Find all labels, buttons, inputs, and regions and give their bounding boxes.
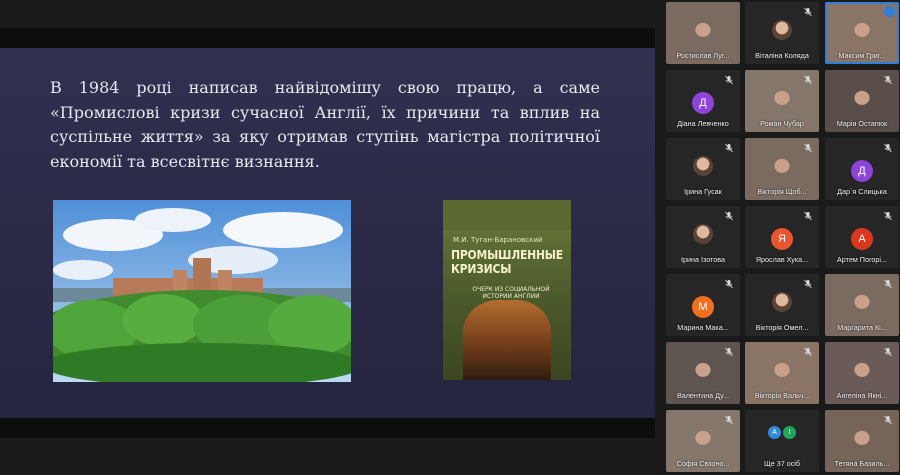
- mic-muted-icon: [884, 279, 892, 289]
- participant-gallery: Ростислав Луг... Віталіна Коляда Максим Гр…: [662, 0, 900, 475]
- book-tower-graphic: [463, 300, 551, 380]
- participant-name: Тетяна Базиль...: [834, 459, 890, 468]
- participant-tile[interactable]: Вікторія Вальч...: [745, 342, 819, 404]
- book-title-line-2: КРИЗИСЫ: [451, 262, 512, 276]
- mic-muted-icon: [884, 75, 892, 85]
- presentation-slide: В 1984 році написав найвідомішу свою пра…: [0, 48, 655, 418]
- participant-tile[interactable]: Тетяна Базиль...: [825, 410, 899, 472]
- participant-name: Вікторія Щоб...: [757, 187, 807, 196]
- participant-name: Ірина Гусак: [684, 187, 722, 196]
- participant-name: Ярослав Хука...: [755, 255, 809, 264]
- participant-name: Ще 37 осіб: [763, 459, 801, 468]
- book-title: ПРОМЫШЛЕННЫЕ КРИЗИСЫ: [451, 248, 563, 276]
- participant-name: Валентина Ду...: [676, 391, 730, 400]
- slide-text: В 1984 році написав найвідомішу свою пра…: [50, 78, 600, 171]
- participant-tile[interactable]: А І Ще 37 осіб: [745, 410, 819, 472]
- participant-initial: А: [768, 426, 781, 439]
- mic-muted-icon: [725, 75, 733, 85]
- university-photo: [53, 200, 351, 382]
- participant-name: Софія Свзоно...: [676, 459, 730, 468]
- participant-tile[interactable]: А Артем Погорі...: [825, 206, 899, 268]
- mic-muted-icon: [884, 415, 892, 425]
- mic-muted-icon: [725, 143, 733, 153]
- participant-name: Ростислав Луг...: [676, 51, 730, 60]
- participant-tile[interactable]: Ростислав Луг...: [666, 2, 740, 64]
- book-subtitle: ОЧЕРК ИЗ СОЦИАЛЬНОЙ ИСТОРИИ АНГЛИИ: [472, 286, 550, 300]
- participant-name: Роман Чубар: [760, 119, 804, 128]
- participant-tile[interactable]: Д Дар`я Слицька: [825, 138, 899, 200]
- participant-tile[interactable]: Марія Остапюк: [825, 70, 899, 132]
- mic-muted-icon: [804, 7, 812, 17]
- slide-top-border: [0, 28, 655, 48]
- participant-name: Маргарита Кі...: [837, 323, 887, 332]
- mic-muted-icon: [804, 347, 812, 357]
- participant-tile[interactable]: Софія Свзоно...: [666, 410, 740, 472]
- participant-avatar: [693, 224, 713, 244]
- participant-name: Вікторія Омел...: [755, 323, 809, 332]
- participant-tile[interactable]: Ірина Гусак: [666, 138, 740, 200]
- participant-initial: І: [783, 426, 796, 439]
- mic-muted-icon: [884, 211, 892, 221]
- participant-tile[interactable]: Маргарита Кі...: [825, 274, 899, 336]
- participant-name: Ангеліна Якні...: [836, 391, 888, 400]
- book-cover: М.И. Туган-Барановский ПРОМЫШЛЕННЫЕ КРИЗ…: [443, 200, 571, 380]
- participant-name: Дар`я Слицька: [837, 187, 887, 196]
- mic-muted-icon: [804, 211, 812, 221]
- participant-tile[interactable]: Д Діана Левченко: [666, 70, 740, 132]
- mic-muted-icon: [725, 211, 733, 221]
- mic-muted-icon: [884, 143, 892, 153]
- participant-name: Вікторія Вальч...: [754, 391, 810, 400]
- participant-name: Марія Остапюк: [836, 119, 888, 128]
- book-title-line-1: ПРОМЫШЛЕННЫЕ: [451, 248, 563, 262]
- participant-initial: М: [692, 296, 714, 318]
- participant-name: Артем Погорі...: [837, 255, 887, 264]
- more-participants-badges: АІ: [768, 426, 796, 439]
- participant-initial: А: [851, 228, 873, 250]
- participant-tile[interactable]: Вікторія Щоб...: [745, 138, 819, 200]
- participant-tile[interactable]: Максим Григ...: [825, 2, 899, 64]
- participant-avatar: [693, 156, 713, 176]
- participant-name: Ірина Ізотова: [681, 255, 725, 264]
- participant-tile[interactable]: Валентина Ду...: [666, 342, 740, 404]
- participant-tile[interactable]: Віталіна Коляда: [745, 2, 819, 64]
- participant-tile[interactable]: Ірина Ізотова: [666, 206, 740, 268]
- university-photo-image: [53, 200, 351, 382]
- participant-initial: Я: [771, 228, 793, 250]
- mic-muted-icon: [804, 279, 812, 289]
- participant-name: Віталіна Коляда: [755, 51, 809, 60]
- book-author: М.И. Туган-Барановский: [453, 236, 543, 244]
- mic-muted-icon: [884, 347, 892, 357]
- participant-tile[interactable]: Ангеліна Якні...: [825, 342, 899, 404]
- participant-tile[interactable]: М Марина Мака...: [666, 274, 740, 336]
- participant-name: Діана Левченко: [677, 119, 729, 128]
- participant-avatar: [772, 292, 792, 312]
- participant-tile[interactable]: Вікторія Омел...: [745, 274, 819, 336]
- mic-muted-icon: [725, 279, 733, 289]
- participant-initial: Д: [692, 92, 714, 114]
- participant-name: Максим Григ...: [838, 51, 886, 60]
- slide-bottom-border: [0, 418, 655, 438]
- participant-avatar: [772, 20, 792, 40]
- shared-screen: В 1984 році написав найвідомішу свою пра…: [0, 0, 662, 475]
- speaking-indicator-icon: [884, 6, 895, 17]
- participant-name: Марина Мака...: [677, 323, 729, 332]
- mic-muted-icon: [725, 347, 733, 357]
- participant-initial: Д: [851, 160, 873, 182]
- mic-muted-icon: [804, 143, 812, 153]
- mic-muted-icon: [804, 75, 812, 85]
- participant-tile[interactable]: Я Ярослав Хука...: [745, 206, 819, 268]
- mic-muted-icon: [725, 415, 733, 425]
- participant-tile[interactable]: Роман Чубар: [745, 70, 819, 132]
